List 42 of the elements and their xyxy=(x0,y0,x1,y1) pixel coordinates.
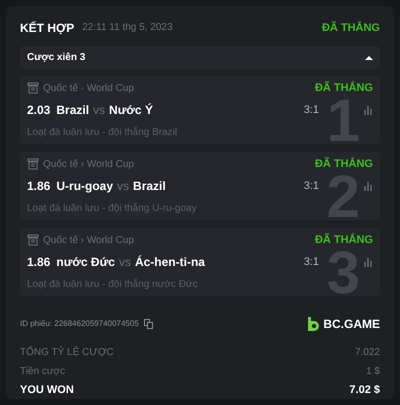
away-team: Ác-hen-ti-na xyxy=(134,254,205,272)
home-team: U-ru-goay xyxy=(56,178,114,196)
total-value: 7.022 xyxy=(354,346,380,360)
league-name: Quốc tế › World Cup xyxy=(43,158,134,172)
parlay-toggle[interactable]: Cược xiên 3 xyxy=(20,46,380,70)
total-value: 7.02 $ xyxy=(349,383,380,398)
home-team: nước Đức xyxy=(56,254,115,272)
ticket-id: ID phiếu: 2268462059740074505 xyxy=(20,318,139,330)
score: 3:1 xyxy=(304,179,319,194)
market-label: Loạt đá luân lưu - đội thắng Brazil xyxy=(27,125,178,140)
brand-logo-icon xyxy=(307,317,320,332)
status-label: ĐÃ THẮNG xyxy=(314,232,373,248)
stats-icon[interactable] xyxy=(363,105,373,116)
vs-label: vs xyxy=(117,178,130,196)
total-label: Tiền cược xyxy=(20,365,66,380)
total-label: YOU WON xyxy=(20,383,74,398)
bet-type: KẾT HỢP xyxy=(20,20,74,37)
stats-icon[interactable] xyxy=(363,257,373,268)
total-value: 1 $ xyxy=(366,365,380,380)
stats-icon[interactable] xyxy=(363,181,373,192)
score: 3:1 xyxy=(304,255,319,270)
market-label: Loạt đá luân lưu - đội thắng U-ru-goay xyxy=(27,201,198,216)
status-label: ĐÃ THẮNG xyxy=(314,80,373,96)
vs-label: vs xyxy=(118,254,131,272)
vs-label: vs xyxy=(93,102,106,120)
away-team: Nước Ý xyxy=(109,102,153,120)
away-team: Brazil xyxy=(133,178,166,196)
home-team: Brazil xyxy=(56,102,90,120)
total-label: TỔNG TỶ LỆ CƯỢC xyxy=(20,345,114,360)
score: 3:1 xyxy=(304,103,319,118)
brand-name: BC.GAME xyxy=(323,316,380,334)
league-name: Quốc tế › World Cup xyxy=(43,234,134,248)
status-label: ĐÃ THẮNG xyxy=(322,20,380,36)
odds: 2.03 xyxy=(27,102,50,120)
market-label: Loạt đá luân lưu - đội thắng nước Đức xyxy=(27,277,199,292)
league-name: Quốc tế · World Cup xyxy=(43,82,134,96)
bet-datetime: 22:11 11 thg 5, 2023 xyxy=(82,21,173,36)
odds: 1.86 xyxy=(27,178,50,196)
copy-icon[interactable] xyxy=(144,319,153,330)
caret-icon xyxy=(365,54,373,60)
odds: 1.86 xyxy=(27,254,50,272)
status-label: ĐÃ THẮNG xyxy=(314,156,373,172)
